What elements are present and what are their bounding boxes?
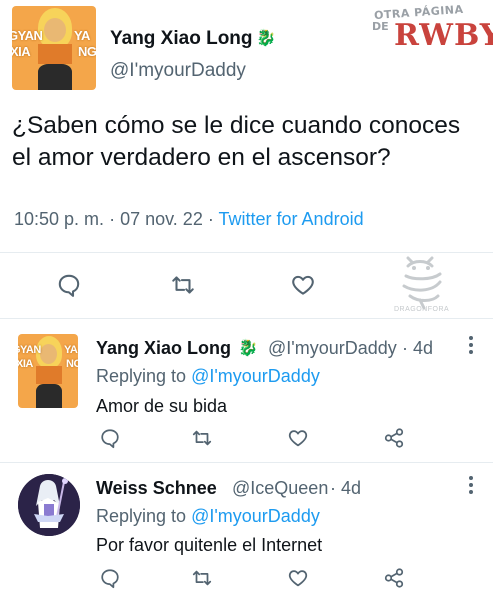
reply-age: · 4d	[402, 338, 434, 358]
leaf-icon: 🐉	[256, 30, 276, 47]
more-vertical-icon[interactable]	[468, 336, 474, 358]
avatar-face	[40, 344, 57, 364]
retweet-button[interactable]	[188, 424, 216, 452]
avatar-illustration	[18, 474, 80, 536]
author-name[interactable]: Yang Xiao Long	[110, 28, 253, 50]
meta-separator: ·	[109, 209, 116, 229]
reply-text: Por favor quitenle el Internet	[96, 535, 323, 555]
avatar-text: GYAN	[12, 28, 43, 43]
replying-mention-link[interactable]: @I'myourDaddy	[191, 506, 320, 526]
replying-to: Replying to @I'myourDaddy	[96, 506, 320, 527]
dragon-watermark-text: DRAGONFORA	[394, 306, 450, 313]
reply-avatar[interactable]: GYAN YA XIA NG	[18, 334, 78, 408]
share-icon	[384, 568, 404, 588]
retweet-icon	[192, 570, 212, 586]
retweet-icon	[192, 430, 212, 446]
replying-mention-link[interactable]: @I'myourDaddy	[191, 366, 320, 386]
divider	[0, 462, 493, 463]
reply-avatar[interactable]	[18, 474, 80, 536]
replying-prefix: Replying to	[96, 366, 187, 386]
avatar-top	[38, 44, 72, 64]
replying-to: Replying to @I'myourDaddy	[96, 366, 320, 387]
reply-author-name[interactable]: Weiss Schnee	[96, 478, 217, 499]
divider	[0, 318, 493, 319]
tweet-meta: 10:50 p. m. · 07 nov. 22 · Twitter for A…	[14, 209, 364, 230]
avatar-body	[36, 384, 62, 408]
author-handle[interactable]: @I'myourDaddy	[110, 60, 246, 82]
share-icon	[384, 428, 404, 448]
comment-icon	[58, 274, 80, 297]
avatar-top	[36, 366, 62, 384]
leaf-icon: 🐉	[238, 340, 258, 357]
author-avatar[interactable]: GYAN YA XIA NG	[12, 6, 96, 90]
avatar-text: XIA	[18, 358, 33, 370]
retweet-icon	[172, 276, 194, 294]
replying-prefix: Replying to	[96, 506, 187, 526]
reply-button[interactable]	[96, 564, 124, 592]
avatar-text: GYAN	[18, 344, 41, 356]
tweet-text: ¿Saben cómo se le dice cuando conoces el…	[12, 112, 461, 171]
more-vertical-icon[interactable]	[468, 476, 474, 498]
reply-author-handle[interactable]: @I'myourDaddy	[268, 338, 397, 359]
comment-icon	[101, 569, 119, 589]
tweet-source-link[interactable]: Twitter for Android	[219, 209, 364, 229]
like-button[interactable]	[284, 424, 312, 452]
heart-icon	[288, 430, 308, 447]
reply-text: Amor de su bida	[96, 396, 228, 416]
avatar-text: XIA	[12, 44, 31, 59]
heart-icon	[288, 570, 308, 587]
share-button[interactable]	[380, 424, 408, 452]
reply-author-name[interactable]: Yang Xiao Long	[96, 338, 231, 359]
like-button[interactable]	[284, 564, 312, 592]
avatar-face	[44, 18, 66, 42]
reply-button[interactable]	[96, 424, 124, 452]
reply-author-handle[interactable]: @IceQueen	[232, 478, 328, 499]
reply-age: · 4d	[330, 478, 362, 498]
watermark-line3: RWBY	[394, 18, 493, 53]
meta-separator: ·	[207, 209, 214, 229]
reply-button[interactable]	[52, 268, 86, 302]
avatar-text: NG	[66, 358, 78, 370]
heart-icon	[292, 275, 314, 295]
watermark-logo: OTRA PÁGINA DE RWBY	[372, 3, 493, 54]
watermark-line2: DE	[372, 20, 389, 33]
avatar-body	[38, 64, 72, 90]
comment-icon	[101, 429, 119, 449]
tweet-date: 07 nov. 22	[120, 209, 203, 229]
avatar-text: YA	[74, 28, 90, 43]
avatar-text: NG	[78, 44, 96, 59]
retweet-button[interactable]	[166, 268, 200, 302]
dragon-watermark	[398, 256, 448, 310]
retweet-button[interactable]	[188, 564, 216, 592]
avatar-text: YA	[64, 344, 78, 356]
divider	[0, 252, 493, 253]
dragon-icon	[402, 256, 442, 310]
like-button[interactable]	[286, 268, 320, 302]
tweet-time: 10:50 p. m.	[14, 209, 105, 229]
share-button[interactable]	[380, 564, 408, 592]
